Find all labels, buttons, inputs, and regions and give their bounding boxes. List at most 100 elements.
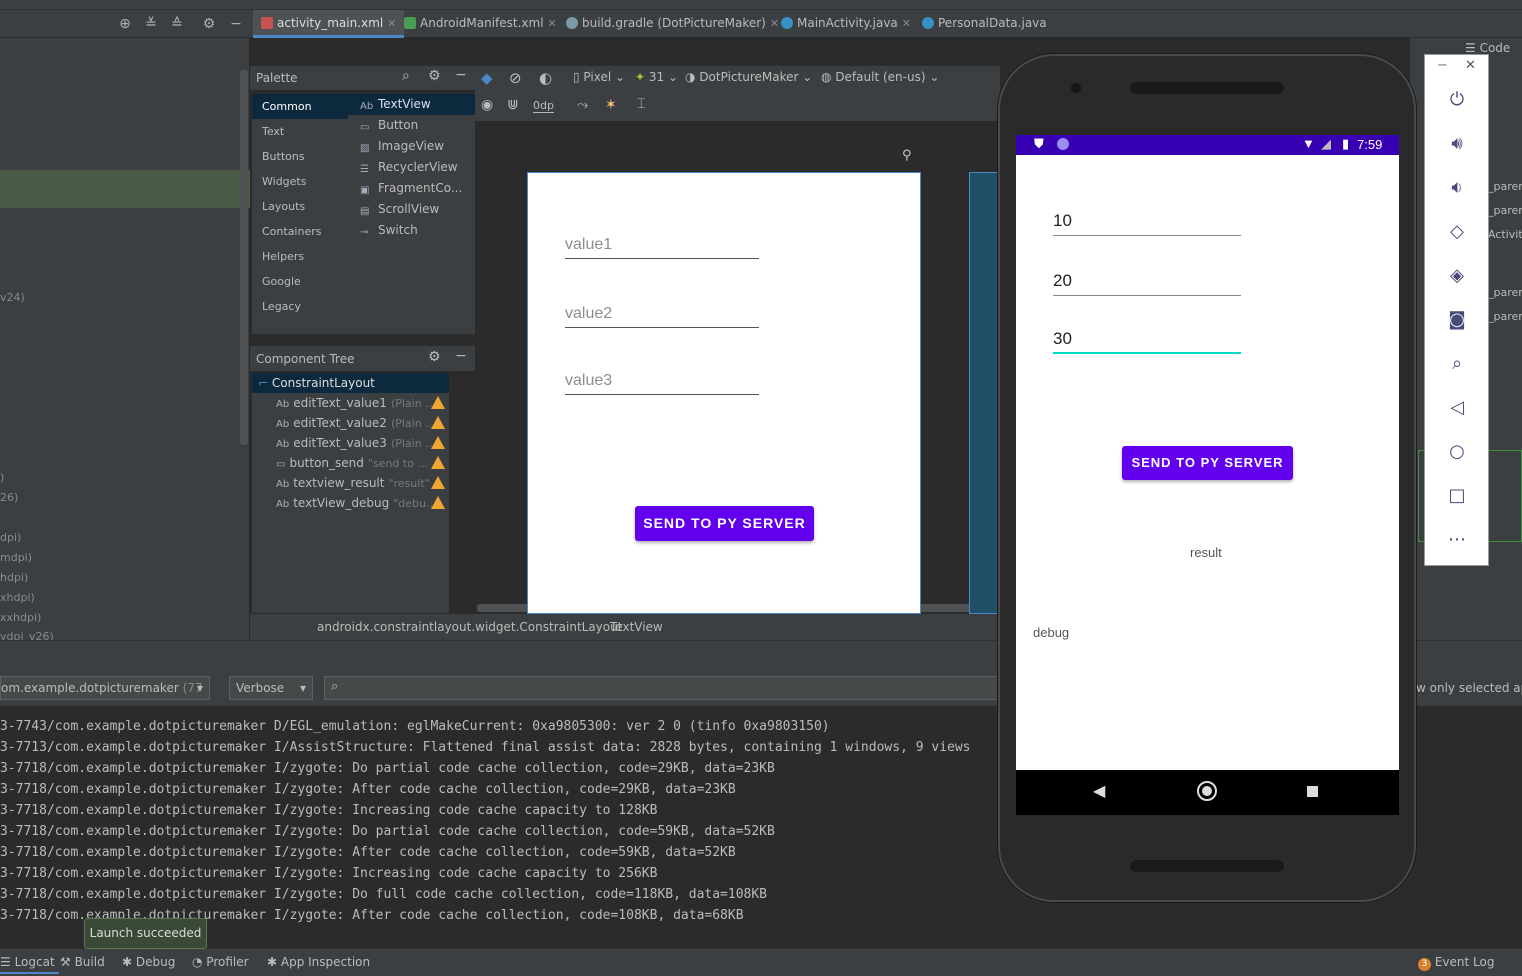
- blueprint-preview[interactable]: [969, 172, 1001, 614]
- back-icon[interactable]: ◁: [1444, 395, 1470, 421]
- minimize-icon[interactable]: −: [1437, 58, 1448, 73]
- pin-icon[interactable]: ⚲: [902, 148, 912, 163]
- tree-node[interactable]: ▭ button_send "send to ...: [252, 453, 449, 473]
- tree-node[interactable]: Ab textview_result "result": [252, 473, 449, 493]
- locale-selector[interactable]: ◍ Default (en-us) ⌄: [821, 70, 939, 84]
- tab-profiler[interactable]: ◔ Profiler: [192, 955, 249, 969]
- warning-icon[interactable]: [431, 496, 445, 509]
- palette-category[interactable]: Layouts: [252, 194, 348, 219]
- minimize-icon[interactable]: −: [227, 15, 245, 33]
- overview-icon[interactable]: □: [1444, 483, 1470, 509]
- preview-field-value2[interactable]: value2: [565, 300, 759, 328]
- zoom-icon[interactable]: ⌕: [1444, 351, 1470, 377]
- search-icon[interactable]: ⌕: [402, 68, 410, 84]
- code-view-button[interactable]: ☰ Code: [1465, 41, 1510, 55]
- palette-category[interactable]: Legacy: [252, 294, 348, 319]
- home-icon[interactable]: ○: [1444, 439, 1470, 465]
- close-icon[interactable]: ✕: [548, 17, 557, 30]
- design-preview[interactable]: value1 value2 value3 SEND TO PY SERVER: [527, 172, 921, 614]
- orientation-icon[interactable]: ⊘: [509, 69, 522, 87]
- palette-category[interactable]: Widgets: [252, 169, 348, 194]
- palette-category[interactable]: Buttons: [252, 144, 348, 169]
- filter-selector[interactable]: w only selected app: [1416, 681, 1522, 695]
- volume-up-icon[interactable]: 🔊︎: [1444, 131, 1470, 157]
- edittext-value1[interactable]: 10: [1053, 206, 1241, 236]
- gear-icon[interactable]: ⚙: [200, 15, 218, 33]
- tree-node[interactable]: Ab editText_value3 (Plain ...: [252, 433, 449, 453]
- palette-category[interactable]: Text: [252, 119, 348, 144]
- preview-field-value3[interactable]: value3: [565, 367, 759, 395]
- warning-icon[interactable]: [431, 416, 445, 429]
- log-level-selector[interactable]: Verbose ▾: [229, 676, 313, 700]
- palette-item-imageview[interactable]: ▨ ImageView: [348, 136, 475, 157]
- edittext-value3[interactable]: 30: [1053, 324, 1241, 354]
- rotate-left-icon[interactable]: ◇: [1444, 219, 1470, 245]
- tab-activity-main[interactable]: activity_main.xml ✕: [253, 10, 405, 38]
- night-mode-icon[interactable]: ◐: [539, 69, 552, 87]
- warning-icon[interactable]: [431, 436, 445, 449]
- layers-icon[interactable]: ◆: [481, 69, 493, 87]
- camera-icon[interactable]: ◙: [1444, 307, 1470, 333]
- magic-wand-icon[interactable]: ✶: [605, 97, 617, 113]
- palette-category[interactable]: Google: [252, 269, 348, 294]
- rotate-right-icon[interactable]: ◈: [1444, 263, 1470, 289]
- palette-category[interactable]: Helpers: [252, 244, 348, 269]
- warning-icon[interactable]: [431, 476, 445, 489]
- project-selected-row[interactable]: [0, 170, 250, 208]
- gear-icon[interactable]: ⚙: [428, 68, 441, 84]
- preview-field-value1[interactable]: value1: [565, 231, 759, 259]
- palette-item-textview[interactable]: Ab TextView: [348, 94, 475, 115]
- minimize-icon[interactable]: −: [455, 348, 467, 364]
- palette-item-scrollview[interactable]: ▤ ScrollView: [348, 199, 475, 220]
- expand-all-icon[interactable]: ≚: [142, 15, 160, 33]
- recents-icon[interactable]: [1307, 786, 1318, 797]
- tab-personal-data[interactable]: PersonalData.java: [914, 10, 1055, 38]
- palette-category[interactable]: Common: [252, 94, 348, 119]
- emulator-screen[interactable]: ⛊ ▼ ◢ ▮ 7:59 10 20 30 SEND TO PY SERVER …: [1016, 135, 1399, 815]
- warning-icon[interactable]: [431, 396, 445, 409]
- gear-icon[interactable]: ⚙: [428, 349, 441, 365]
- tab-app-inspection[interactable]: ✱ App Inspection: [267, 955, 370, 969]
- close-icon[interactable]: ✕: [902, 17, 911, 30]
- tab-android-manifest[interactable]: AndroidManifest.xml ✕: [396, 10, 565, 38]
- more-icon[interactable]: ⋯: [1444, 527, 1470, 553]
- palette-item-recyclerview[interactable]: ☰ RecyclerView: [348, 157, 475, 178]
- tab-main-activity[interactable]: MainActivity.java ✕: [773, 10, 919, 38]
- warning-icon[interactable]: [431, 456, 445, 469]
- tab-logcat[interactable]: ☰ Logcat: [0, 955, 59, 974]
- breadcrumb-parent[interactable]: androidx.constraintlayout.widget.Constra…: [317, 614, 622, 640]
- eye-icon[interactable]: ◉: [481, 97, 493, 113]
- crosshair-icon[interactable]: ⊕: [116, 15, 134, 33]
- device-selector[interactable]: ▯ Pixel ⌄: [573, 70, 625, 84]
- breadcrumb-leaf[interactable]: TextView: [610, 614, 663, 640]
- tab-build-gradle[interactable]: build.gradle (DotPictureMaker) ✕: [558, 10, 787, 38]
- magnet-off-icon[interactable]: ⋓: [507, 97, 519, 113]
- tab-debug[interactable]: ✱ Debug: [122, 955, 175, 969]
- palette-item-button[interactable]: ▭ Button: [348, 115, 475, 136]
- home-icon[interactable]: [1197, 781, 1217, 801]
- log-search-input[interactable]: ⌕: [324, 676, 1000, 700]
- tab-build[interactable]: ⚒ Build: [60, 955, 105, 969]
- api-selector[interactable]: ✦ 31 ⌄: [635, 70, 678, 84]
- back-icon[interactable]: ◀: [1093, 781, 1105, 800]
- tree-node[interactable]: Ab textView_debug "debu...: [252, 493, 449, 513]
- palette-item-fragment[interactable]: ▣ FragmentCo...: [348, 178, 475, 199]
- collapse-all-icon[interactable]: ≙: [168, 15, 186, 33]
- minimize-icon[interactable]: −: [455, 67, 467, 83]
- close-icon[interactable]: ✕: [387, 17, 396, 30]
- tree-node[interactable]: Ab editText_value2 (Plain ...: [252, 413, 449, 433]
- preview-send-button[interactable]: SEND TO PY SERVER: [635, 506, 814, 541]
- send-to-server-button[interactable]: SEND TO PY SERVER: [1122, 446, 1293, 480]
- theme-selector[interactable]: ◑ DotPictureMaker ⌄: [685, 70, 812, 84]
- process-selector[interactable]: om.example.dotpicturemaker (77 ▾: [0, 676, 210, 700]
- event-log-button[interactable]: 3 Event Log: [1418, 955, 1494, 971]
- guidelines-icon[interactable]: ⌶: [637, 96, 645, 112]
- default-margin-selector[interactable]: 0dp: [533, 99, 554, 113]
- close-icon[interactable]: ✕: [1465, 58, 1476, 73]
- clear-constraints-icon[interactable]: ⤳: [577, 97, 588, 113]
- power-icon[interactable]: ⏻: [1444, 87, 1470, 113]
- palette-category[interactable]: Containers: [252, 219, 348, 244]
- volume-down-icon[interactable]: 🔉︎: [1444, 175, 1470, 201]
- tree-node[interactable]: Ab editText_value1 (Plain ...: [252, 393, 449, 413]
- palette-item-switch[interactable]: ⊸ Switch: [348, 220, 475, 241]
